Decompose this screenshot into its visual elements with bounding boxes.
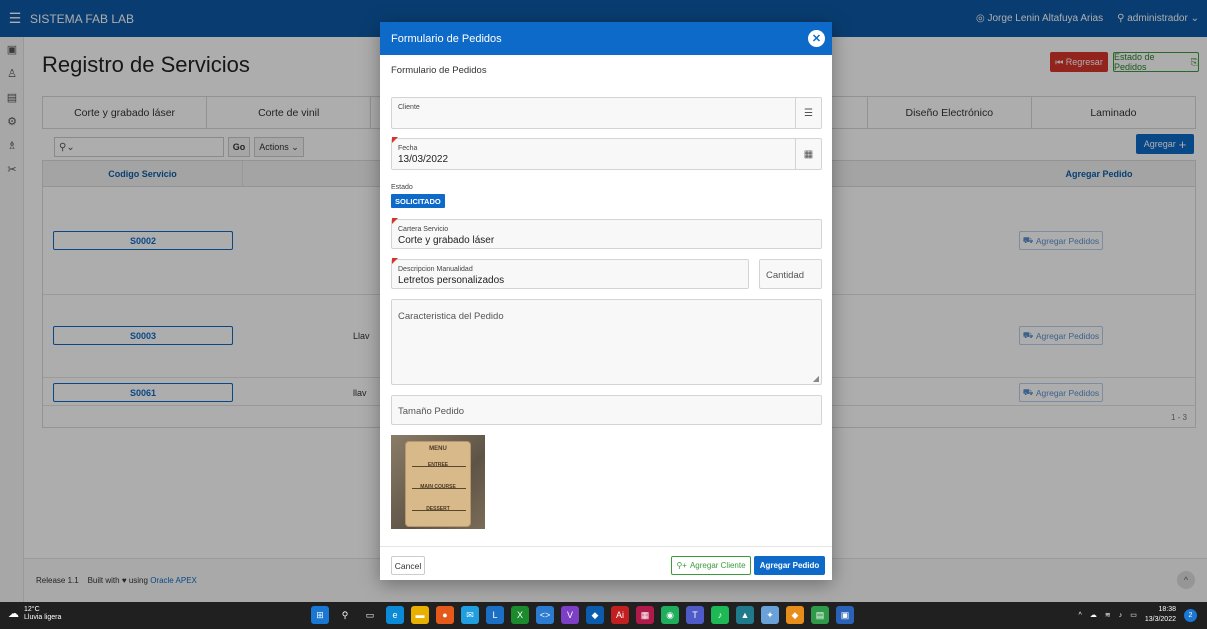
- mail-icon[interactable]: ✉: [461, 606, 479, 624]
- tamano-placeholder: Tamaño Pedido: [398, 406, 465, 417]
- cliente-field[interactable]: Cliente ☰: [391, 97, 822, 129]
- file-explorer-icon[interactable]: ▬: [411, 606, 429, 624]
- whatsapp-icon[interactable]: ◉: [661, 606, 679, 624]
- app-red-icon[interactable]: ▦: [636, 606, 654, 624]
- app-orange-icon[interactable]: ◆: [786, 606, 804, 624]
- cloud-tray-icon[interactable]: ☁: [1090, 611, 1097, 619]
- windows-start-icon[interactable]: ⊞: [311, 606, 329, 624]
- weather-widget[interactable]: ☁ 12°C Lluvia ligera: [8, 606, 61, 622]
- cantidad-field[interactable]: Cantidad: [759, 259, 822, 289]
- estado-label: Estado: [391, 184, 413, 191]
- weather-desc: Lluvia ligera: [24, 614, 62, 621]
- task-view-icon[interactable]: ▭: [361, 606, 379, 624]
- dialog-header: Formulario de Pedidos ✕: [380, 22, 832, 55]
- spotify-icon[interactable]: ♪: [711, 606, 729, 624]
- required-marker: [392, 137, 398, 143]
- cantidad-placeholder: Cantidad: [766, 270, 805, 281]
- volume-icon[interactable]: ♪: [1119, 612, 1123, 619]
- required-marker: [392, 258, 398, 264]
- agregar-pedido-button[interactable]: Agregar Pedido: [754, 556, 825, 575]
- descripcion-value: Letretos personalizados: [398, 275, 505, 286]
- required-marker: [392, 218, 398, 224]
- dialog-footer: Cancel ⚲+ Agregar Cliente Agregar Pedido: [380, 546, 832, 580]
- cartera-value: Corte y grabado láser: [398, 235, 495, 246]
- dialog-subtitle: Formulario de Pedidos: [391, 65, 487, 76]
- app-green-icon[interactable]: ▤: [811, 606, 829, 624]
- app-window-icon[interactable]: ▣: [836, 606, 854, 624]
- tray-chevron-icon[interactable]: ^: [1079, 612, 1082, 619]
- xbox-icon[interactable]: X: [511, 606, 529, 624]
- edge-icon[interactable]: e: [386, 606, 404, 624]
- close-icon[interactable]: ✕: [808, 30, 825, 47]
- calendar-icon[interactable]: ▦: [795, 139, 821, 169]
- weather-temp: 12°C: [24, 606, 40, 613]
- app-light-icon[interactable]: ✦: [761, 606, 779, 624]
- pedido-image: MENU ENTREE MAIN COURSE DESSERT: [391, 435, 485, 529]
- dialog-title: Formulario de Pedidos: [391, 32, 502, 45]
- menu-board-image: MENU ENTREE MAIN COURSE DESSERT: [405, 441, 471, 527]
- app-l-icon[interactable]: L: [486, 606, 504, 624]
- formulario-pedidos-dialog: Formulario de Pedidos ✕ Formulario de Pe…: [380, 22, 832, 580]
- fecha-label: Fecha: [398, 145, 418, 152]
- tamano-field[interactable]: Tamaño Pedido: [391, 395, 822, 425]
- taskbar-apps: ⊞ ⚲ ▭ e ▬ ● ✉ L X <> V ◆ Ai ▦ ◉ T ♪ ▲ ✦ …: [311, 606, 854, 624]
- visual-studio-icon[interactable]: V: [561, 606, 579, 624]
- caracteristica-textarea[interactable]: Caracteristica del Pedido ◢: [391, 299, 822, 385]
- search-icon[interactable]: ⚲: [336, 606, 354, 624]
- descripcion-field[interactable]: Descripcion Manualidad Letretos personal…: [391, 258, 749, 289]
- cartera-servicio-field[interactable]: Cartera Servicio Corte y grabado láser: [391, 218, 822, 249]
- fecha-value: 13/03/2022: [398, 154, 449, 165]
- cliente-label: Cliente: [398, 104, 420, 111]
- vscode-icon[interactable]: <>: [536, 606, 554, 624]
- notification-badge[interactable]: 2: [1184, 608, 1197, 622]
- teams-icon[interactable]: T: [686, 606, 704, 624]
- app-teal-icon[interactable]: ▲: [736, 606, 754, 624]
- resize-handle-icon[interactable]: ◢: [813, 374, 819, 383]
- add-user-icon: ⚲+: [676, 561, 687, 570]
- caracteristica-placeholder: Caracteristica del Pedido: [398, 311, 504, 322]
- cancel-button[interactable]: Cancel: [391, 556, 425, 575]
- adobe-illustrator-icon[interactable]: Ai: [611, 606, 629, 624]
- app-blue-icon[interactable]: ◆: [586, 606, 604, 624]
- descripcion-label: Descripcion Manualidad: [398, 266, 473, 273]
- list-select-icon[interactable]: ☰: [795, 98, 821, 128]
- clock[interactable]: 18:38 13/3/2022: [1145, 605, 1176, 625]
- system-tray: ^ ☁ ≋ ♪ ▭ 18:38 13/3/2022 2: [1079, 605, 1197, 625]
- windows-taskbar: ☁ 12°C Lluvia ligera ⊞ ⚲ ▭ e ▬ ● ✉ L X <>…: [0, 602, 1207, 629]
- cartera-label: Cartera Servicio: [398, 226, 449, 233]
- fecha-field[interactable]: Fecha 13/03/2022 ▦: [391, 137, 822, 170]
- estado-badge: SOLICITADO: [391, 194, 445, 208]
- cloud-icon: ☁: [8, 608, 19, 620]
- firefox-icon[interactable]: ●: [436, 606, 454, 624]
- wifi-icon[interactable]: ≋: [1105, 611, 1111, 619]
- battery-icon[interactable]: ▭: [1130, 611, 1137, 619]
- agregar-cliente-button[interactable]: ⚲+ Agregar Cliente: [671, 556, 751, 575]
